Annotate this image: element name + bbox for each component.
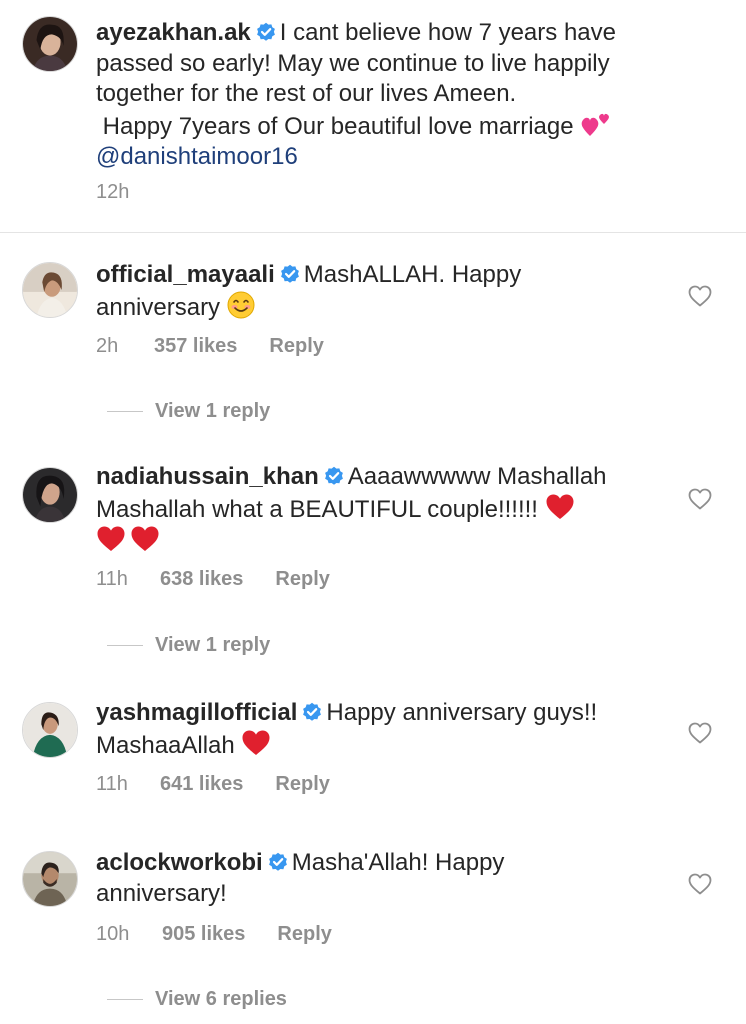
avatar[interactable] (22, 16, 78, 72)
caption-line: passed so early! May we continue to live… (96, 49, 610, 77)
likes-count[interactable]: 905 likes (162, 923, 245, 946)
view-replies-label: View 1 reply (155, 400, 271, 422)
comment-time: 11h (96, 773, 128, 795)
comment-meta: 10h 905 likes Reply (96, 923, 332, 946)
comment-body: MashaaAllah (96, 731, 235, 759)
post-caption: ayezakhan.ak I cant believe how 7 years h… (0, 0, 746, 233)
comment-body: anniversary! (96, 879, 227, 907)
username[interactable]: ayezakhan.ak (96, 19, 251, 46)
heart-outline-icon[interactable] (688, 488, 712, 510)
comment-body: Aaaawwwww Mashallah (347, 463, 607, 490)
comment-text: official_mayaali MashALLAH. Happy anniver… (96, 260, 666, 323)
verified-badge-icon (302, 702, 322, 722)
comment-body: MashALLAH. Happy (303, 261, 522, 288)
verified-badge-icon (268, 852, 288, 872)
comment-text: yashmagillofficial Happy anniversary guys… (96, 698, 666, 761)
comment-body: Happy anniversary guys!! (326, 699, 598, 726)
verified-badge-icon (324, 466, 344, 486)
avatar[interactable] (22, 851, 78, 907)
divider-line (107, 410, 143, 413)
avatar[interactable] (22, 702, 78, 758)
comment-text: nadiahussain_khan Aaaawwwww Mashallah Mas… (96, 462, 666, 558)
red-heart-emoji (130, 525, 160, 553)
comment-meta: 11h 641 likes Reply (96, 773, 330, 796)
comment-body: anniversary (96, 293, 221, 321)
red-heart-emoji (96, 525, 126, 553)
username[interactable]: nadiahussain_khan (96, 463, 319, 490)
reply-button[interactable]: Reply (275, 568, 329, 591)
comment-time: 2h (96, 335, 119, 357)
post-time: 12h (96, 181, 130, 203)
divider-line (107, 644, 143, 647)
caption-line: together for the rest of our lives Ameen… (96, 80, 517, 107)
verified-badge-icon (280, 264, 300, 284)
caption-text: ayezakhan.ak I cant believe how 7 years h… (96, 18, 666, 173)
likes-count[interactable]: 357 likes (154, 335, 237, 358)
red-heart-emoji (545, 493, 575, 521)
two-hearts-emoji (580, 110, 614, 138)
red-heart-emoji (241, 729, 271, 757)
view-replies-button[interactable]: View 6 replies (107, 988, 287, 1011)
comment-meta: 2h 357 likes Reply (96, 335, 324, 358)
username[interactable]: aclockworkobi (96, 849, 263, 876)
likes-count[interactable]: 638 likes (160, 568, 243, 591)
avatar[interactable] (22, 262, 78, 318)
heart-outline-icon[interactable] (688, 722, 712, 744)
reply-button[interactable]: Reply (277, 923, 331, 946)
view-replies-label: View 6 replies (155, 988, 287, 1010)
smiling-face-emoji (227, 291, 255, 319)
username[interactable]: yashmagillofficial (96, 699, 297, 726)
view-replies-button[interactable]: View 1 reply (107, 400, 270, 423)
comment-body: Mashallah what a BEAUTIFUL couple!!!!!! (96, 495, 538, 523)
heart-outline-icon[interactable] (688, 873, 712, 895)
view-replies-label: View 1 reply (155, 634, 271, 656)
divider-line (107, 998, 143, 1001)
mention-link[interactable]: @danishtaimoor16 (96, 143, 298, 170)
comment-time: 10h (96, 923, 130, 945)
comment-text: aclockworkobi Masha'Allah! Happy annivers… (96, 848, 666, 909)
avatar[interactable] (22, 467, 78, 523)
view-replies-button[interactable]: View 1 reply (107, 634, 270, 657)
comment-body: Masha'Allah! Happy (291, 849, 505, 876)
comments-screen: ayezakhan.ak I cant believe how 7 years h… (0, 0, 746, 1024)
caption-line: I cant believe how 7 years have (279, 19, 616, 46)
reply-button[interactable]: Reply (275, 773, 329, 796)
verified-badge-icon (256, 22, 276, 42)
caption-line: Happy 7years of Our beautiful love marri… (96, 112, 574, 140)
comment-meta: 11h 638 likes Reply (96, 568, 330, 591)
username[interactable]: official_mayaali (96, 261, 275, 288)
reply-button[interactable]: Reply (269, 335, 323, 358)
likes-count[interactable]: 641 likes (160, 773, 243, 796)
comment-time: 11h (96, 568, 128, 590)
heart-outline-icon[interactable] (688, 285, 712, 307)
